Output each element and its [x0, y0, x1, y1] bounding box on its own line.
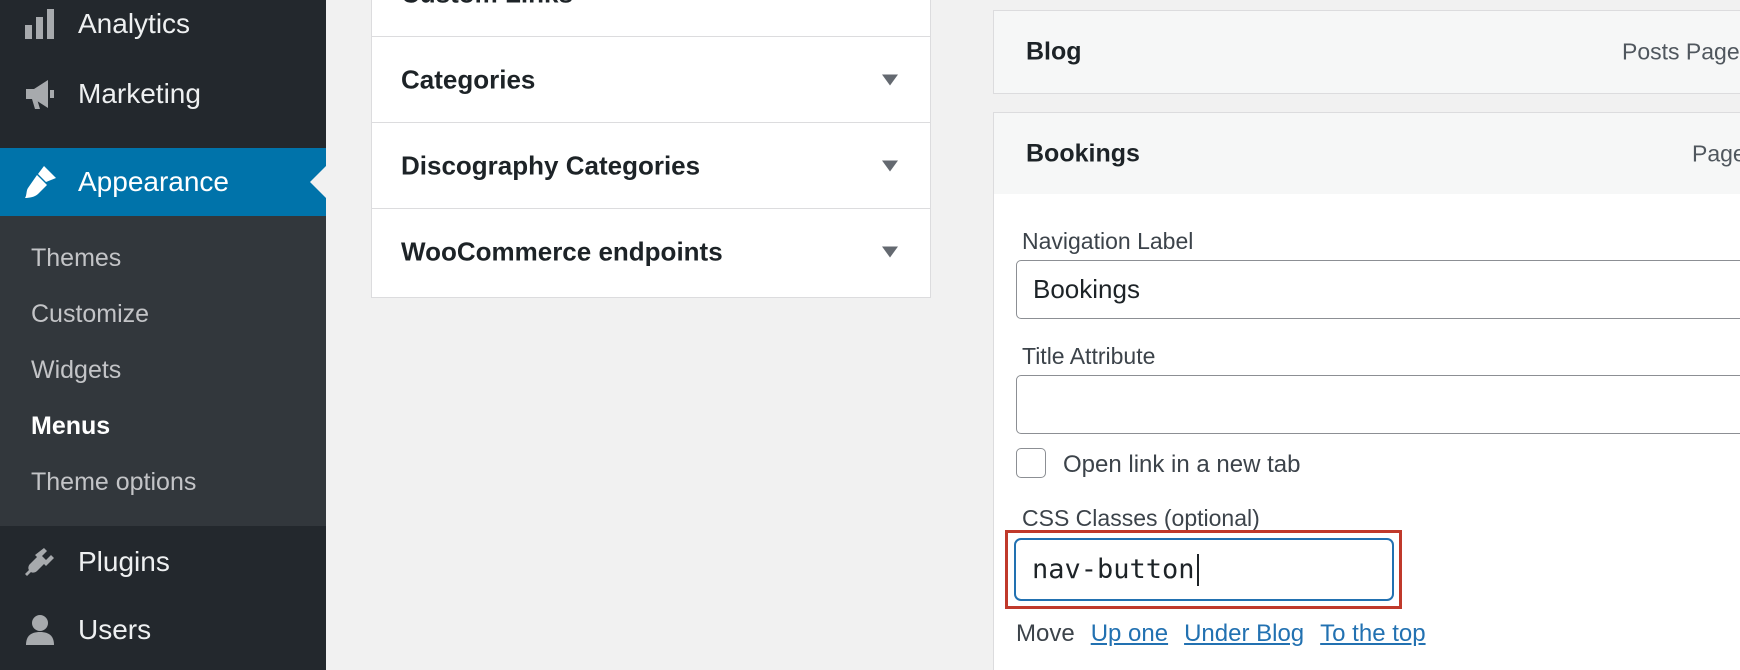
caret-down-icon — [882, 74, 898, 85]
open-new-tab-checkbox[interactable] — [1016, 448, 1046, 478]
active-indicator — [310, 166, 326, 198]
text-cursor — [1196, 553, 1199, 586]
title-attribute-label: Title Attribute — [1022, 343, 1156, 369]
submenu-item-customize[interactable]: Customize — [31, 300, 149, 329]
menu-item-analytics[interactable]: Analytics — [0, 0, 326, 50]
menu-item-title: Bookings — [1026, 139, 1140, 168]
move-under-blog-link[interactable]: Under Blog — [1184, 620, 1304, 648]
menu-label: Marketing — [78, 78, 201, 109]
move-to-top-link[interactable]: To the top — [1320, 620, 1425, 648]
appearance-submenu: Themes Customize Widgets Menus Theme opt… — [0, 216, 326, 526]
menu-item-bookings[interactable]: Bookings Page — [993, 112, 1740, 196]
navigation-label-input[interactable]: Bookings — [1016, 260, 1740, 319]
title-attribute-input[interactable] — [1016, 375, 1740, 434]
accordion-custom-links[interactable]: Custom Links — [372, 0, 930, 37]
megaphone-icon — [22, 76, 58, 112]
menu-item-blog[interactable]: Blog Posts Page — [993, 10, 1740, 94]
menu-item-users[interactable]: Users — [0, 602, 326, 658]
plug-icon — [22, 544, 58, 580]
accordion-title: Discography Categories — [401, 150, 701, 180]
add-menu-items-panel: Custom Links Categories Discography Cate… — [371, 0, 931, 298]
css-classes-label: CSS Classes (optional) — [1022, 505, 1260, 531]
menu-item-type: Page — [1692, 140, 1740, 167]
menu-item-marketing[interactable]: Marketing — [0, 66, 326, 122]
menu-label: Appearance — [78, 166, 230, 197]
menu-label: Plugins — [78, 546, 170, 577]
accordion-title: Custom Links — [401, 0, 573, 9]
accordion-title: WooCommerce endpoints — [401, 236, 723, 267]
submenu-item-theme-options[interactable]: Theme options — [31, 468, 196, 497]
move-controls: Move Up one Under Blog To the top — [1016, 620, 1426, 648]
user-icon — [22, 612, 58, 648]
menu-label: Analytics — [78, 8, 191, 39]
submenu-item-themes[interactable]: Themes — [31, 244, 121, 273]
paintbrush-icon — [22, 164, 58, 200]
caret-down-icon — [882, 160, 898, 171]
accordion-categories[interactable]: Categories — [372, 37, 930, 123]
menu-item-type: Posts Page — [1622, 38, 1740, 65]
css-classes-value: nav-button — [1032, 554, 1195, 585]
submenu-item-menus[interactable]: Menus — [31, 412, 110, 441]
menu-item-plugins[interactable]: Plugins — [0, 534, 326, 590]
accordion-woocommerce-endpoints[interactable]: WooCommerce endpoints — [372, 209, 930, 295]
submenu-item-widgets[interactable]: Widgets — [31, 356, 121, 385]
menu-item-appearance[interactable]: Appearance — [0, 148, 326, 216]
accordion-discography-categories[interactable]: Discography Categories — [372, 123, 930, 209]
move-up-one-link[interactable]: Up one — [1091, 620, 1168, 648]
admin-sidebar: Analytics Marketing Appearance Themes Cu… — [0, 0, 326, 670]
menu-item-title: Blog — [1026, 37, 1082, 66]
bar-chart-icon — [22, 6, 58, 42]
navigation-label-label: Navigation Label — [1022, 228, 1194, 254]
accordion-title: Categories — [401, 64, 536, 94]
open-new-tab-label: Open link in a new tab — [1063, 451, 1301, 478]
css-classes-input[interactable]: nav-button — [1014, 538, 1394, 601]
menu-label: Users — [78, 614, 152, 645]
move-label: Move — [1016, 620, 1075, 647]
caret-down-icon — [882, 246, 898, 258]
